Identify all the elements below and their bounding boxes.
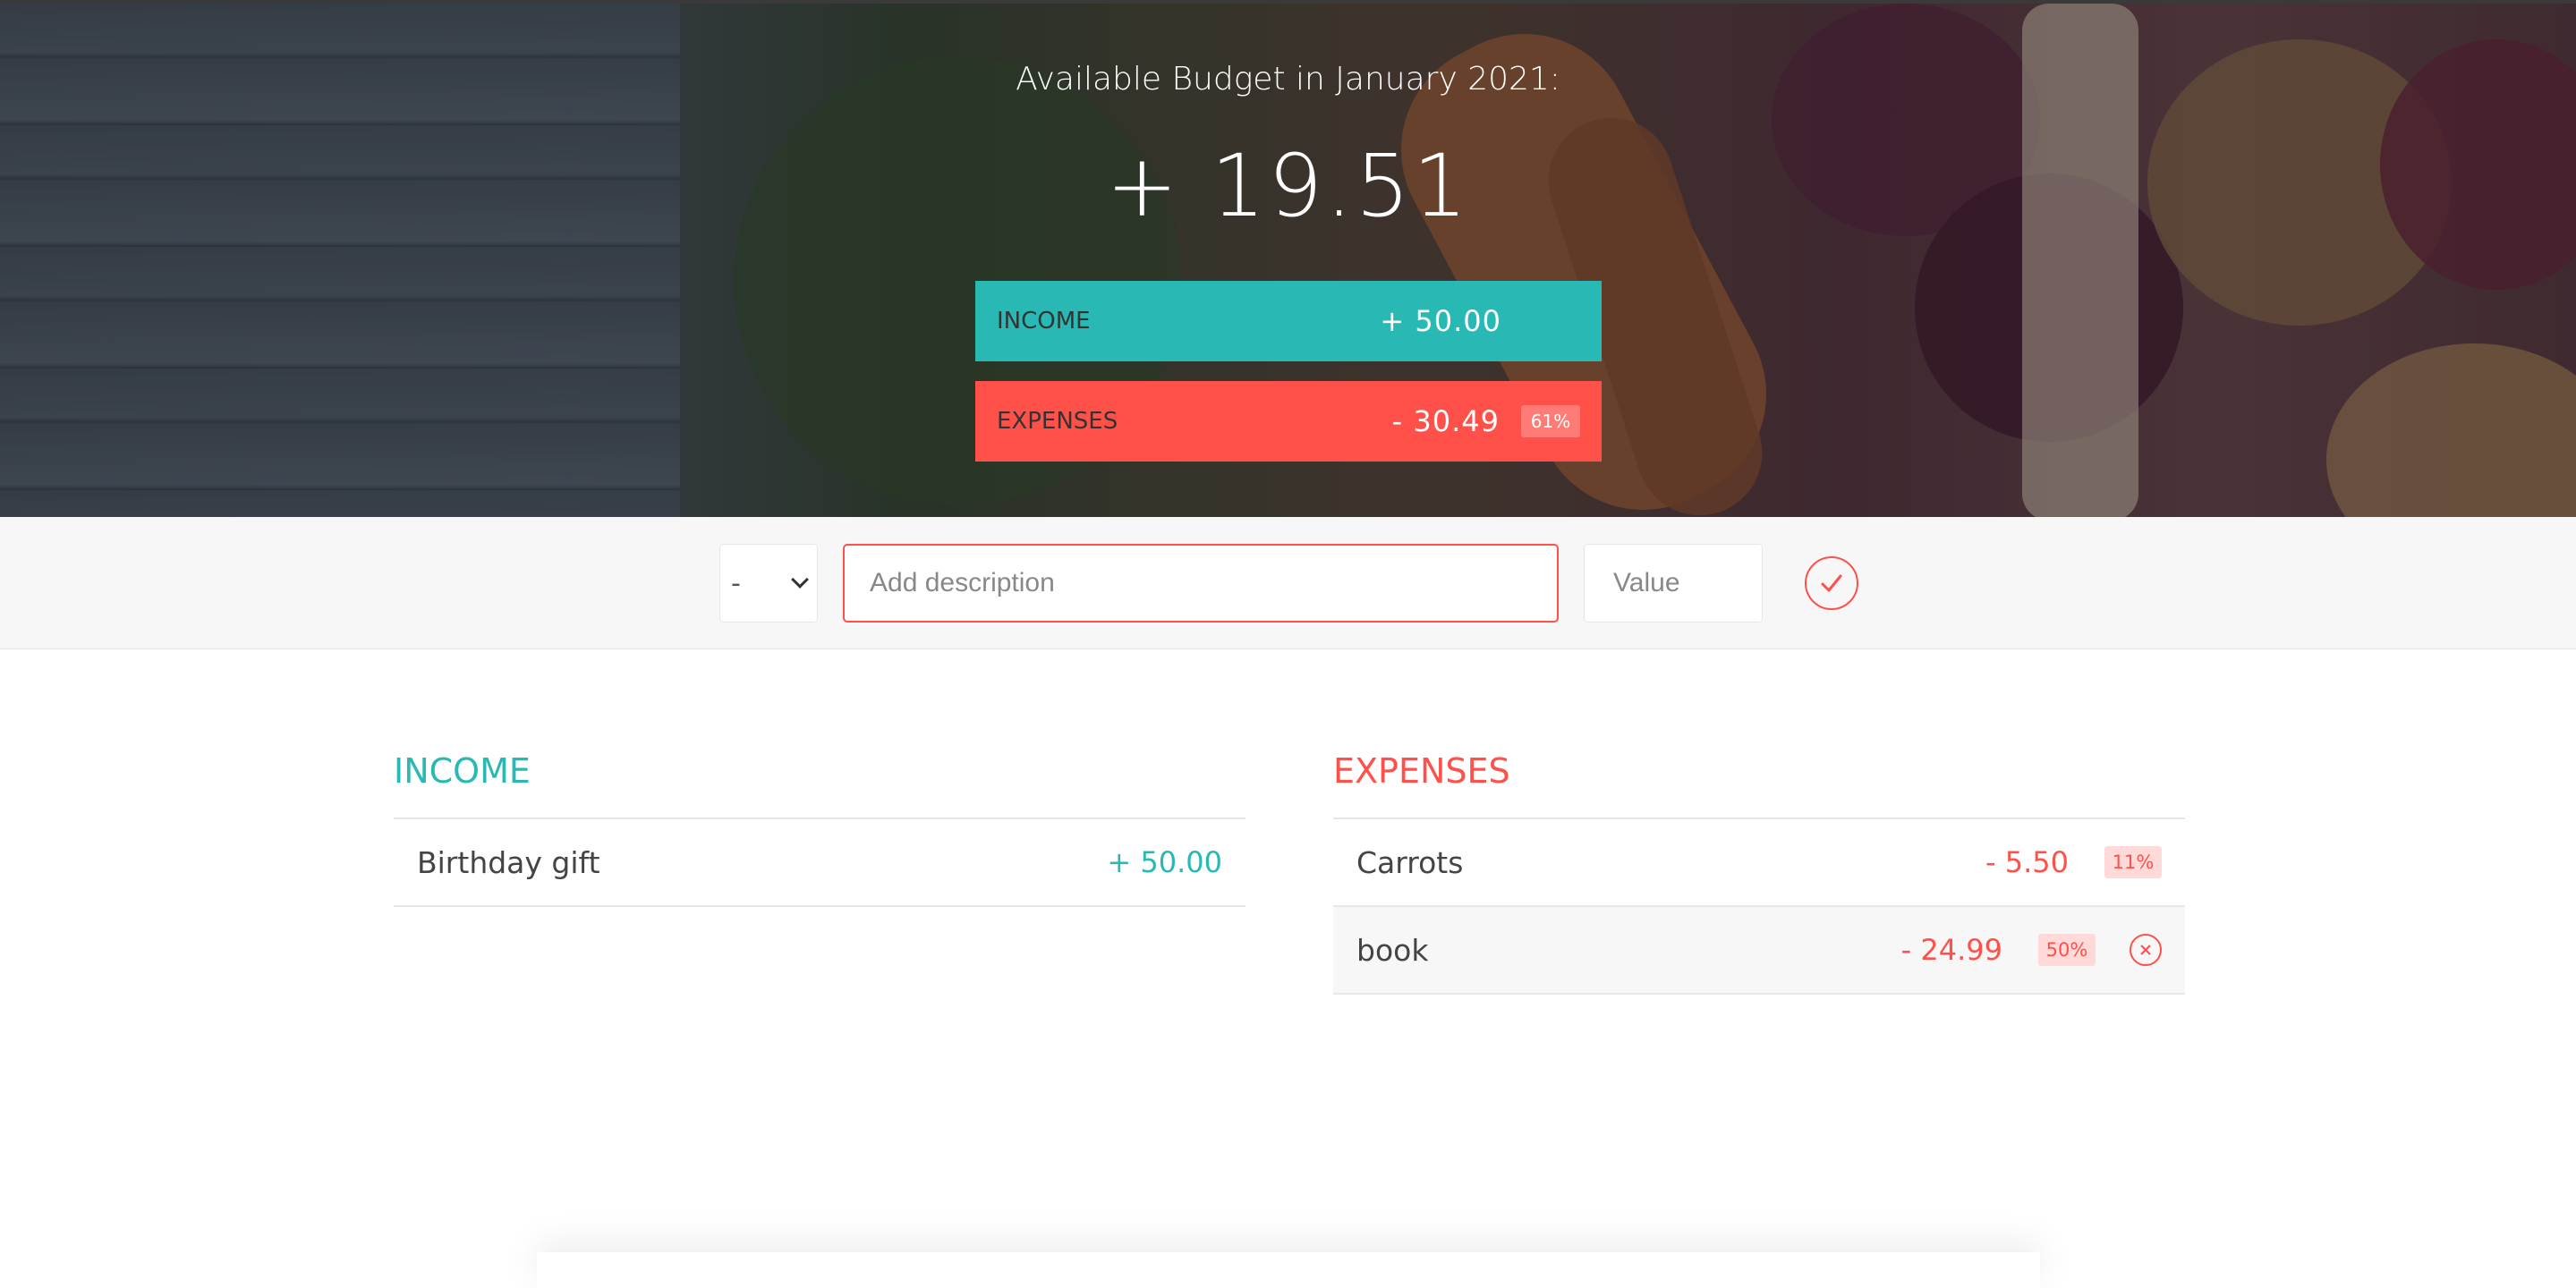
budget-income: Income + 50.00 — [975, 281, 1602, 361]
add-button[interactable] — [1805, 556, 1858, 610]
budget-income-value: + 50.00 — [1380, 304, 1501, 338]
chevron-down-icon — [791, 571, 809, 589]
income-list: Income Birthday gift + 50.00 — [394, 751, 1245, 907]
budget-value: + 19.51 — [1106, 136, 1470, 236]
item-description: Carrots — [1356, 844, 1464, 880]
item-description: book — [1356, 932, 1429, 968]
budget-expenses: Expenses - 30.49 61% — [975, 381, 1602, 462]
budget-expenses-label: Expenses — [997, 408, 1118, 435]
type-select-value: - — [731, 567, 741, 599]
budget-header: Available Budget in January 2021: + 19.5… — [0, 0, 2576, 517]
expenses-list: Expenses Carrots - 5.50 11% book - 24.99… — [1333, 751, 2185, 995]
item-value: - 24.99 — [1900, 933, 2002, 967]
income-title: Income — [394, 751, 1245, 819]
description-input[interactable] — [843, 544, 1559, 623]
value-input[interactable] — [1584, 544, 1763, 623]
add-entry-bar: - — [0, 517, 2576, 649]
expense-item[interactable]: book - 24.99 50% — [1333, 907, 2185, 995]
expenses-title: Expenses — [1333, 751, 2185, 819]
budget-income-label: Income — [997, 308, 1091, 335]
item-value: - 5.50 — [1985, 845, 2069, 879]
close-icon — [2140, 945, 2151, 955]
item-percentage: 50% — [2038, 934, 2096, 966]
delete-button[interactable] — [2130, 934, 2162, 966]
budget-expenses-value: - 30.49 — [1391, 404, 1500, 438]
item-percentage: 11% — [2104, 846, 2162, 878]
budget-summary: Available Budget in January 2021: + 19.5… — [0, 4, 2576, 517]
item-value: + 50.00 — [1107, 845, 1222, 879]
expense-item[interactable]: Carrots - 5.50 11% — [1333, 819, 2185, 907]
type-select[interactable]: - — [719, 544, 818, 623]
budget-title: Available Budget in January 2021: — [1016, 61, 1560, 97]
income-item[interactable]: Birthday gift + 50.00 — [394, 819, 1245, 907]
budget-expenses-percentage: 61% — [1521, 405, 1580, 437]
item-description: Birthday gift — [417, 844, 600, 880]
checkmark-icon — [1821, 574, 1842, 592]
